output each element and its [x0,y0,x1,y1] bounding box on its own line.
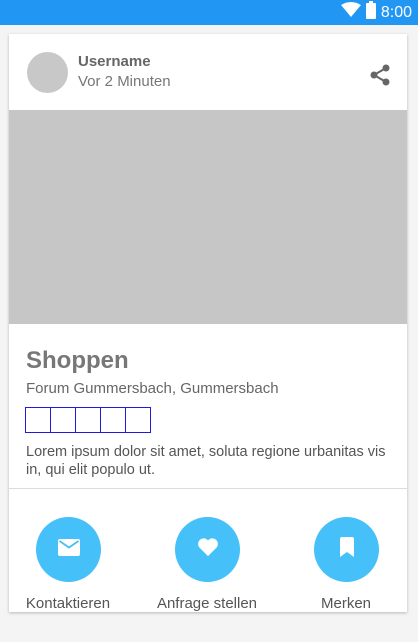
post-location: Forum Gummersbach, Gummersbach [26,380,279,397]
rating[interactable] [25,407,151,433]
request-button[interactable]: Anfrage stellen [142,517,272,612]
contact-circle[interactable] [36,517,101,582]
post-card: Username Vor 2 Minuten Shoppen Forum Gum… [9,34,407,612]
rating-box[interactable] [100,407,126,433]
bookmark-button[interactable]: Merken [281,517,407,612]
timestamp: Vor 2 Minuten [78,73,171,90]
username[interactable]: Username [78,53,151,70]
mail-icon [57,538,80,561]
contact-button[interactable]: Kontaktieren [9,517,133,612]
status-time: 8:00 [380,3,412,21]
bookmark-circle[interactable] [314,517,379,582]
heart-icon [197,537,219,562]
post-description: Lorem ipsum dolor sit amet, soluta regio… [26,444,386,478]
wifi-icon [340,2,361,23]
rating-box[interactable] [50,407,76,433]
rating-box[interactable] [25,407,51,433]
post-image [9,110,407,324]
contact-label: Kontaktieren [25,595,111,612]
share-icon[interactable] [369,63,391,87]
divider [9,488,407,489]
battery-icon [365,1,376,24]
rating-box[interactable] [75,407,101,433]
post-title: Shoppen [26,347,129,374]
request-label: Anfrage stellen [156,595,258,612]
card-header: Username Vor 2 Minuten [9,34,407,110]
bookmark-icon [339,537,355,562]
request-circle[interactable] [175,517,240,582]
bookmark-label: Merken [320,595,372,612]
status-icons: 8:00 [340,0,412,25]
rating-box[interactable] [125,407,151,433]
status-bar: 8:00 [0,0,418,25]
avatar[interactable] [27,52,68,93]
